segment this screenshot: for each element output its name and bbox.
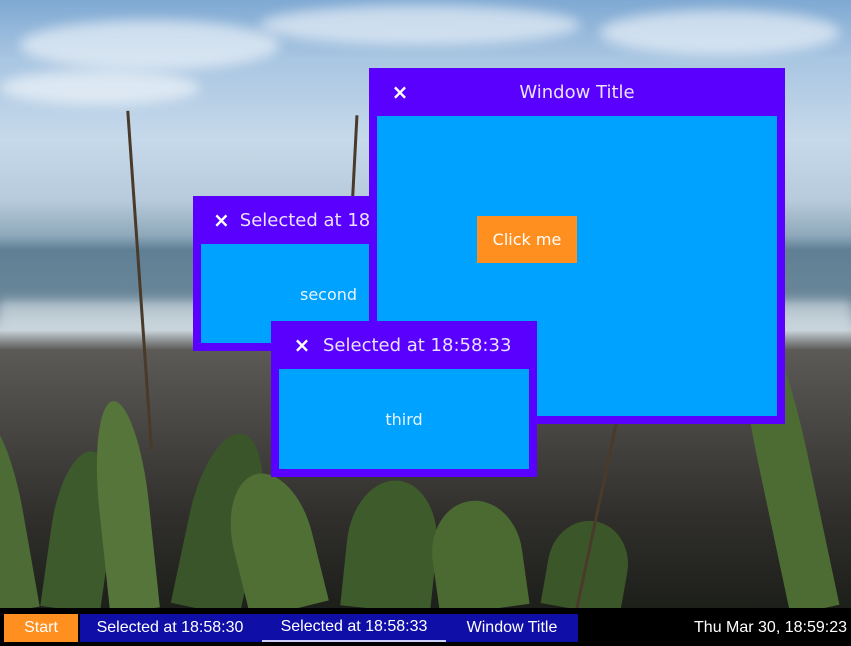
wallpaper-leaf bbox=[540, 514, 636, 617]
window-third-label: third bbox=[385, 410, 423, 429]
wallpaper-flax-stalk bbox=[126, 110, 153, 451]
wallpaper-cloud bbox=[0, 70, 200, 105]
window-second-label: second bbox=[300, 285, 358, 304]
window-main-title: Window Title bbox=[519, 81, 635, 103]
start-button[interactable]: Start bbox=[4, 614, 78, 642]
window-third-content: third bbox=[279, 369, 529, 469]
wallpaper-cloud bbox=[600, 10, 840, 55]
window-third-title: Selected at 18:58:33 bbox=[323, 334, 512, 356]
taskbar-task-main[interactable]: Window Title bbox=[448, 614, 576, 642]
close-icon[interactable]: × bbox=[291, 334, 313, 356]
window-third: × Selected at 18:58:33 third bbox=[271, 321, 537, 477]
window-main-titlebar[interactable]: × Window Title bbox=[369, 68, 785, 116]
wallpaper-cloud bbox=[20, 20, 280, 70]
click-me-button[interactable]: Click me bbox=[477, 216, 577, 263]
window-second-title: Selected at 18:58:30 bbox=[239, 209, 369, 231]
wallpaper-leaf bbox=[340, 476, 444, 615]
taskbar-task-third[interactable]: Selected at 18:58:33 bbox=[262, 614, 446, 642]
wallpaper-leaf bbox=[0, 419, 40, 614]
taskbar-task-second[interactable]: Selected at 18:58:30 bbox=[80, 614, 260, 642]
taskbar: Start Selected at 18:58:30 Selected at 1… bbox=[0, 608, 851, 646]
window-second-titlebar[interactable]: × Selected at 18:58:30 bbox=[193, 196, 369, 244]
taskbar-clock: Thu Mar 30, 18:59:23 bbox=[694, 619, 847, 636]
window-third-titlebar[interactable]: × Selected at 18:58:33 bbox=[271, 321, 537, 369]
wallpaper-leaf bbox=[425, 494, 530, 617]
close-icon[interactable]: × bbox=[213, 209, 230, 231]
taskbar-task-list: Selected at 18:58:30 Selected at 18:58:3… bbox=[80, 614, 578, 642]
wallpaper-cloud bbox=[260, 5, 580, 45]
